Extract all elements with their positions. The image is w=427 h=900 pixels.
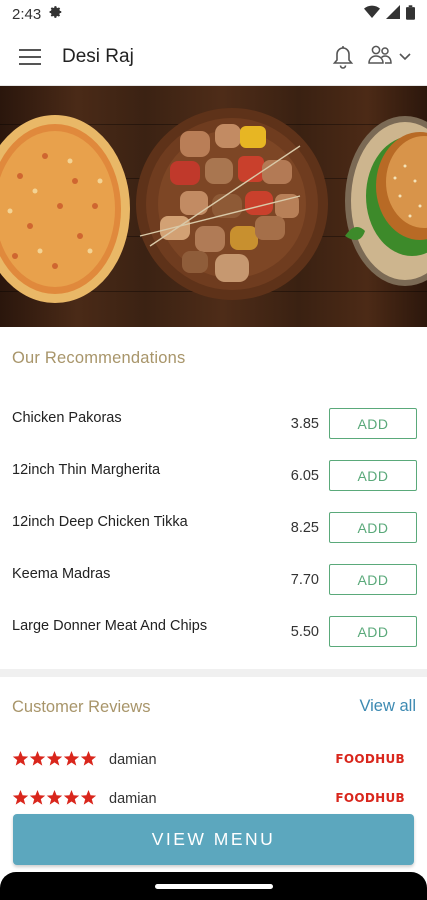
wifi-icon [364,5,380,23]
dish-name: Large Donner Meat And Chips [12,618,208,634]
chevron-down-icon [399,48,411,66]
users-icon [367,44,393,69]
list-item: Keema Madras 7.70 ADD [0,554,427,606]
list-item: 12inch Deep Chicken Tikka 8.25 ADD [0,502,427,554]
star-icon [80,751,96,766]
star-icon [46,751,63,766]
star-rating [12,750,96,768]
list-item: 12inch Thin Margherita 6.05 ADD [0,450,427,502]
foodhub-logo: FOODHUB [335,752,405,766]
star-rating [12,789,96,807]
battery-icon [406,4,415,24]
dish-price: 8.25 [290,520,319,536]
foodhub-logo: FOODHUB [335,791,405,805]
star-icon [29,751,46,766]
add-button[interactable]: ADD [329,408,417,439]
recommendations-heading: Our Recommendations [12,349,186,367]
status-time: 2:43 [12,5,42,23]
hero-banner-image [0,86,427,327]
dish-price: 7.70 [290,572,319,588]
dish-name: Chicken Pakoras [12,410,122,426]
dish-price: 6.05 [290,468,319,484]
star-icon [29,790,46,805]
burger-image [345,116,427,286]
add-button[interactable]: ADD [329,616,417,647]
add-button[interactable]: ADD [329,460,417,491]
reviewer-name: damian [109,791,157,807]
review-row: damian FOODHUB [0,746,427,776]
section-divider [0,669,427,677]
gear-icon [49,5,63,23]
hamburger-menu-icon[interactable] [0,28,60,86]
app-bar: Desi Raj [0,28,427,86]
status-bar: 2:43 [0,0,427,28]
dish-name: 12inch Thin Margherita [12,462,161,478]
restaurant-title: Desi Raj [62,45,134,67]
add-button[interactable]: ADD [329,564,417,595]
kebab-plate-image [136,108,328,300]
view-menu-button[interactable]: VIEW MENU [13,814,414,865]
star-icon [46,790,63,805]
list-item: Chicken Pakoras 3.85 ADD [0,398,427,450]
list-item: Large Donner Meat And Chips 5.50 ADD [0,606,427,658]
dish-name: Keema Madras [12,566,111,582]
dish-price: 3.85 [290,416,319,432]
review-row: damian FOODHUB [0,785,427,815]
star-icon [12,751,29,766]
view-all-reviews-link[interactable]: View all [359,697,416,716]
add-button[interactable]: ADD [329,512,417,543]
reviews-heading: Customer Reviews [12,698,151,716]
dish-price: 5.50 [290,624,319,640]
account-switcher[interactable] [367,28,411,86]
system-navigation-bar [0,872,427,900]
pizza-image [0,115,130,303]
reviewer-name: damian [109,752,157,768]
star-icon [63,751,80,766]
home-gesture-handle[interactable] [155,884,273,889]
star-icon [12,790,29,805]
star-icon [63,790,80,805]
bell-icon[interactable] [325,28,361,86]
signal-icon [386,5,400,23]
star-icon [80,790,96,805]
dish-name: 12inch Deep Chicken Tikka [12,514,188,530]
